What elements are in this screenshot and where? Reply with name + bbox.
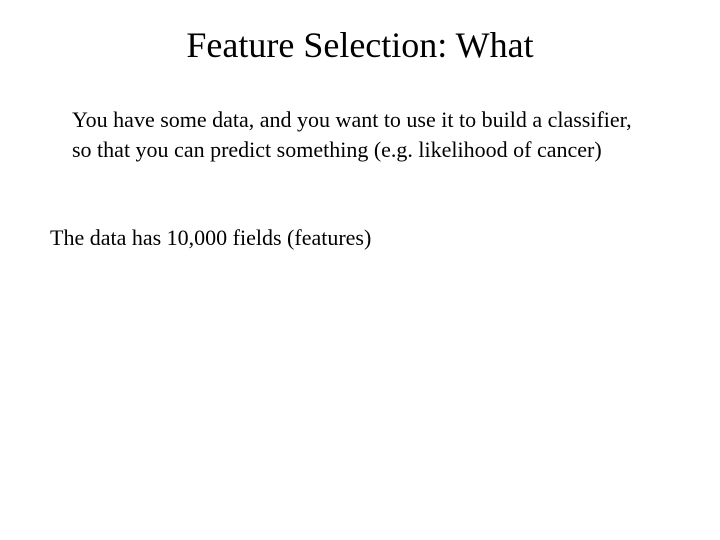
body-paragraph-2: The data has 10,000 fields (features) [50,223,630,253]
slide-title: Feature Selection: What [0,24,720,66]
body-paragraph-1: You have some data, and you want to use … [72,105,652,164]
